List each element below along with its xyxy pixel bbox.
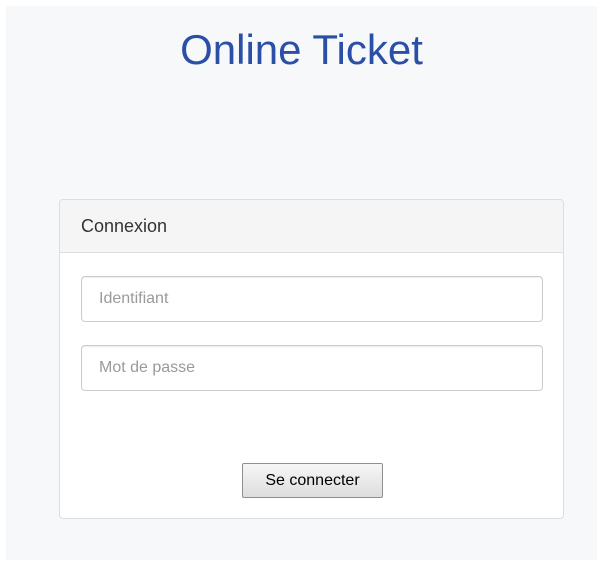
page-background: Online Ticket Connexion Se connecter [6, 6, 597, 560]
password-input[interactable] [81, 345, 543, 391]
login-panel: Connexion Se connecter [59, 199, 564, 519]
username-input[interactable] [81, 276, 543, 322]
app-title: Online Ticket [180, 26, 423, 73]
panel-heading: Connexion [60, 200, 563, 253]
login-button[interactable]: Se connecter [242, 463, 383, 498]
